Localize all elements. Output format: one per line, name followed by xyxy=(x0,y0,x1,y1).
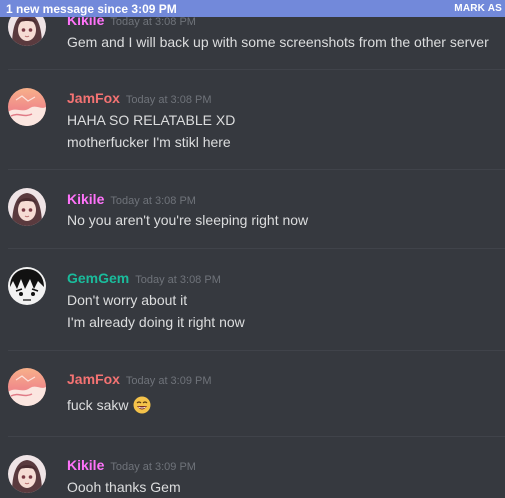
message-divider xyxy=(8,248,505,249)
message-divider xyxy=(8,436,505,437)
anime-girl-avatar-icon xyxy=(8,455,46,493)
pink-sunset-avatar-icon xyxy=(8,88,46,126)
message-text: Gem and I will back up with some screens… xyxy=(67,34,489,50)
manga-face-avatar-icon xyxy=(8,267,46,305)
avatar-jamfox[interactable] xyxy=(8,368,46,406)
message-line: fuck sakw xyxy=(67,396,151,414)
new-messages-text: 1 new message since 3:09 PM xyxy=(6,1,177,16)
message-text: No you aren't you're sleeping right now xyxy=(67,212,309,228)
anime-girl-avatar-icon xyxy=(8,188,46,226)
message-text: I'm already doing it right now xyxy=(67,314,245,330)
message-header: Kikile Today at 3:09 PM xyxy=(67,457,196,473)
timestamp: Today at 3:08 PM xyxy=(135,274,221,286)
timestamp: Today at 3:08 PM xyxy=(125,94,212,106)
message-text: Oooh thanks Gem xyxy=(67,479,181,495)
message-text: motherfucker I'm stikl here xyxy=(67,134,231,150)
pink-sunset-avatar-icon xyxy=(8,368,46,406)
username[interactable]: Kikile xyxy=(67,191,104,207)
new-messages-banner[interactable]: 1 new message since 3:09 PM MARK AS xyxy=(0,0,505,17)
username[interactable]: GemGem xyxy=(67,270,129,286)
avatar-kikile[interactable] xyxy=(8,188,46,226)
message-list: Kikile Today at 3:08 PM Gem and I will b… xyxy=(0,0,505,498)
timestamp: Today at 3:09 PM xyxy=(110,461,196,473)
message-text: HAHA SO RELATABLE XD xyxy=(67,112,236,128)
message-header: Kikile Today at 3:08 PM xyxy=(67,191,196,207)
timestamp: Today at 3:09 PM xyxy=(125,375,212,387)
message-divider xyxy=(8,69,505,70)
timestamp: Today at 3:08 PM xyxy=(110,195,196,207)
avatar-gemgem[interactable] xyxy=(8,267,46,305)
avatar-kikile[interactable] xyxy=(8,455,46,493)
message-divider xyxy=(8,350,505,351)
avatar-jamfox[interactable] xyxy=(8,88,46,126)
laughing-face-emoji-icon[interactable] xyxy=(133,396,151,414)
mark-as-read-button[interactable]: MARK AS xyxy=(454,3,502,14)
username[interactable]: JamFox xyxy=(67,90,120,106)
message-header: GemGem Today at 3:08 PM xyxy=(67,270,221,286)
message-divider xyxy=(8,169,505,170)
timestamp: Today at 3:08 PM xyxy=(110,16,196,28)
username[interactable]: Kikile xyxy=(67,457,104,473)
message-text: fuck sakw xyxy=(67,397,129,413)
message-header: JamFox Today at 3:08 PM xyxy=(67,90,212,106)
message-header: JamFox Today at 3:09 PM xyxy=(67,371,212,387)
username[interactable]: JamFox xyxy=(67,371,120,387)
message-text: Don't worry about it xyxy=(67,292,188,308)
